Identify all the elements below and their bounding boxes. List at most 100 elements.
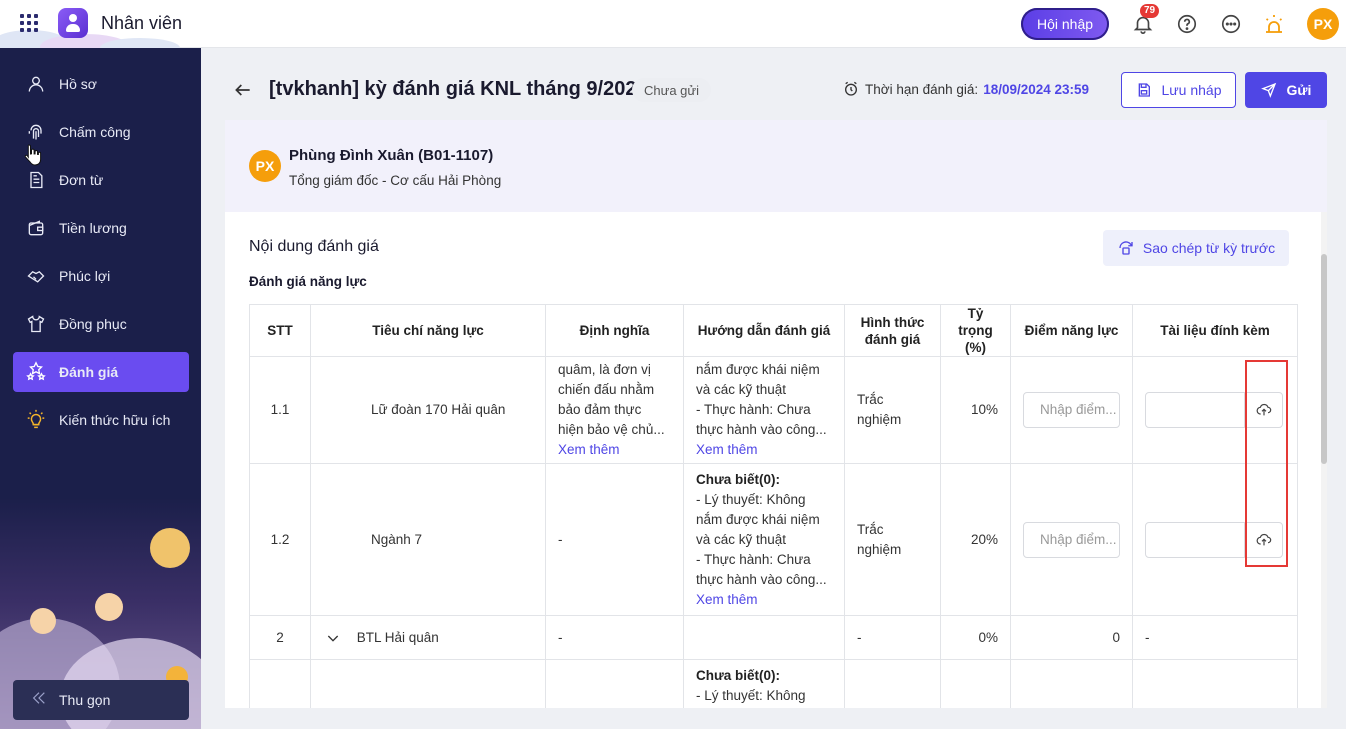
shirt-icon bbox=[25, 313, 47, 335]
row-stt bbox=[249, 659, 311, 708]
sidebar-item-ho-so[interactable]: Hồ sơ bbox=[13, 64, 189, 104]
row-definition: - bbox=[545, 463, 684, 616]
table-row: 1.1 Lữ đoàn 170 Hải quân quâm, là đơn vị… bbox=[249, 356, 1298, 464]
more-icon[interactable] bbox=[1219, 12, 1243, 36]
table-row: Chưa biết(0): - Lý thuyết: Không bbox=[249, 659, 1298, 708]
evaluation-content: Nội dung đánh giá Sao chép từ kỳ trước Đ… bbox=[225, 212, 1321, 708]
sidebar-item-dong-phuc[interactable]: Đồng phục bbox=[13, 304, 189, 344]
collapse-sidebar-button[interactable]: Thu gọn bbox=[13, 680, 189, 720]
employee-name: Phùng Đình Xuân (B01-1107) bbox=[289, 147, 494, 164]
column-header-stt: STT bbox=[249, 304, 311, 357]
table-row: 2 BTL Hải quân - - 0% 0 - bbox=[249, 615, 1298, 660]
hoi-nhap-button[interactable]: Hội nhập bbox=[1021, 8, 1109, 40]
handshake-icon bbox=[25, 265, 47, 287]
deadline-label: Thời hạn đánh giá: bbox=[865, 81, 979, 97]
deadline-info: Thời hạn đánh giá: 18/09/2024 23:59 bbox=[843, 81, 1089, 97]
chevron-down-icon[interactable] bbox=[325, 630, 341, 646]
row-stt: 1.2 bbox=[249, 463, 311, 616]
table-row: 1.2 Ngành 7 - Chưa biết(0): - Lý thuyết:… bbox=[249, 463, 1298, 616]
row-criteria-name: BTL Hải quân bbox=[310, 615, 546, 660]
row-score: Nhập điểm... bbox=[1010, 356, 1133, 464]
employee-position: Tổng giám đốc - Cơ cấu Hải Phòng bbox=[289, 173, 502, 188]
sidebar-item-kien-thuc[interactable]: Kiến thức hữu ích bbox=[13, 400, 189, 440]
score-input[interactable]: Nhập điểm... bbox=[1023, 521, 1120, 558]
deadline-value: 18/09/2024 23:59 bbox=[983, 81, 1090, 97]
row-weight: 0% bbox=[940, 615, 1011, 660]
sidebar-item-label: Đơn từ bbox=[59, 172, 104, 188]
app-logo bbox=[58, 8, 88, 38]
table-header-row: STT Tiêu chí năng lực Định nghĩa Hướng d… bbox=[249, 304, 1298, 357]
upload-icon[interactable] bbox=[1244, 393, 1282, 427]
lightbulb-icon bbox=[25, 409, 47, 431]
row-attachment bbox=[1132, 463, 1298, 616]
upload-icon[interactable] bbox=[1244, 522, 1282, 557]
page-title: [tvkhanh] kỳ đánh giá KNL tháng 9/2024 bbox=[269, 78, 648, 100]
row-guide: Chưa biết(0): - Lý thuyết: Không bbox=[683, 659, 845, 708]
scrollbar-thumb[interactable] bbox=[1321, 254, 1327, 464]
send-label: Gửi bbox=[1286, 82, 1312, 98]
row-weight bbox=[940, 659, 1011, 708]
sidebar-item-label: Chấm công bbox=[59, 124, 131, 140]
column-header-attachment: Tài liệu đính kèm bbox=[1132, 304, 1298, 357]
row-weight: 10% bbox=[940, 356, 1011, 464]
row-form: - bbox=[844, 615, 941, 660]
see-more-link[interactable]: Xem thêm bbox=[696, 440, 832, 460]
back-arrow-icon[interactable] bbox=[233, 80, 253, 100]
row-definition: quâm, là đơn vị chiến đấu nhằm bảo đảm t… bbox=[545, 356, 684, 464]
sidebar-item-label: Hồ sơ bbox=[59, 76, 97, 92]
document-icon bbox=[25, 169, 47, 191]
row-score: Nhập điểm... bbox=[1010, 463, 1133, 616]
row-form bbox=[844, 659, 941, 708]
column-header-weight: Tỷ trọng (%) bbox=[940, 304, 1011, 357]
save-draft-button[interactable]: Lưu nháp bbox=[1121, 72, 1236, 108]
column-header-guide: Hướng dẫn đánh giá bbox=[683, 304, 845, 357]
row-form: Trắc nghiệm bbox=[844, 356, 941, 464]
row-stt: 1.1 bbox=[249, 356, 311, 464]
attachment-field[interactable] bbox=[1145, 392, 1283, 428]
copy-icon bbox=[1117, 239, 1135, 257]
sidebar-item-label: Đồng phục bbox=[59, 316, 127, 332]
sidebar-item-label: Phúc lợi bbox=[59, 268, 111, 284]
sidebar-item-label: Đánh giá bbox=[59, 364, 119, 380]
wallet-icon bbox=[25, 217, 47, 239]
idea-icon[interactable] bbox=[1262, 12, 1286, 36]
see-more-link[interactable]: Xem thêm bbox=[696, 590, 832, 610]
floppy-disk-icon bbox=[1136, 82, 1152, 98]
row-attachment: - bbox=[1132, 615, 1298, 660]
sidebar: Hồ sơ Chấm công Đơn từ Tiền lương Phúc l… bbox=[0, 48, 201, 729]
see-more-link[interactable]: Xem thêm bbox=[558, 440, 671, 460]
user-icon bbox=[25, 73, 47, 95]
row-form: Trắc nghiệm bbox=[844, 463, 941, 616]
double-chevron-left-icon bbox=[31, 690, 47, 711]
sidebar-item-tien-luong[interactable]: Tiền lương bbox=[13, 208, 189, 248]
section-title: Nội dung đánh giá bbox=[249, 238, 379, 255]
top-bar: Nhân viên Hội nhập 79 PX bbox=[0, 0, 1346, 48]
copy-previous-label: Sao chép từ kỳ trước bbox=[1142, 240, 1276, 256]
send-button[interactable]: Gửi bbox=[1245, 72, 1327, 108]
row-definition bbox=[545, 659, 684, 708]
evaluation-table: STT Tiêu chí năng lực Định nghĩa Hướng d… bbox=[249, 304, 1298, 708]
row-criteria-name bbox=[310, 659, 546, 708]
score-input[interactable]: Nhập điểm... bbox=[1023, 392, 1120, 428]
row-score: 0 bbox=[1010, 615, 1133, 660]
mouse-cursor-icon bbox=[24, 144, 42, 166]
attachment-field[interactable] bbox=[1145, 521, 1283, 558]
row-weight: 20% bbox=[940, 463, 1011, 616]
content-scrollbar[interactable] bbox=[1321, 212, 1327, 708]
alarm-clock-icon bbox=[843, 81, 859, 97]
send-icon bbox=[1260, 82, 1277, 98]
user-avatar[interactable]: PX bbox=[1307, 8, 1339, 40]
help-icon[interactable] bbox=[1175, 12, 1199, 36]
sidebar-item-phuc-loi[interactable]: Phúc lợi bbox=[13, 256, 189, 296]
column-header-score: Điểm năng lực bbox=[1010, 304, 1133, 357]
row-attachment bbox=[1132, 659, 1298, 708]
apps-grid-icon[interactable] bbox=[20, 14, 38, 32]
stars-icon bbox=[25, 361, 47, 383]
sub-section-title: Đánh giá năng lực bbox=[249, 274, 367, 289]
column-header-criteria: Tiêu chí năng lực bbox=[310, 304, 546, 357]
fingerprint-icon bbox=[25, 121, 47, 143]
copy-previous-button[interactable]: Sao chép từ kỳ trước bbox=[1103, 230, 1289, 266]
row-guide bbox=[683, 615, 845, 660]
sidebar-item-danh-gia[interactable]: Đánh giá bbox=[13, 352, 189, 392]
save-draft-label: Lưu nháp bbox=[1161, 82, 1222, 98]
